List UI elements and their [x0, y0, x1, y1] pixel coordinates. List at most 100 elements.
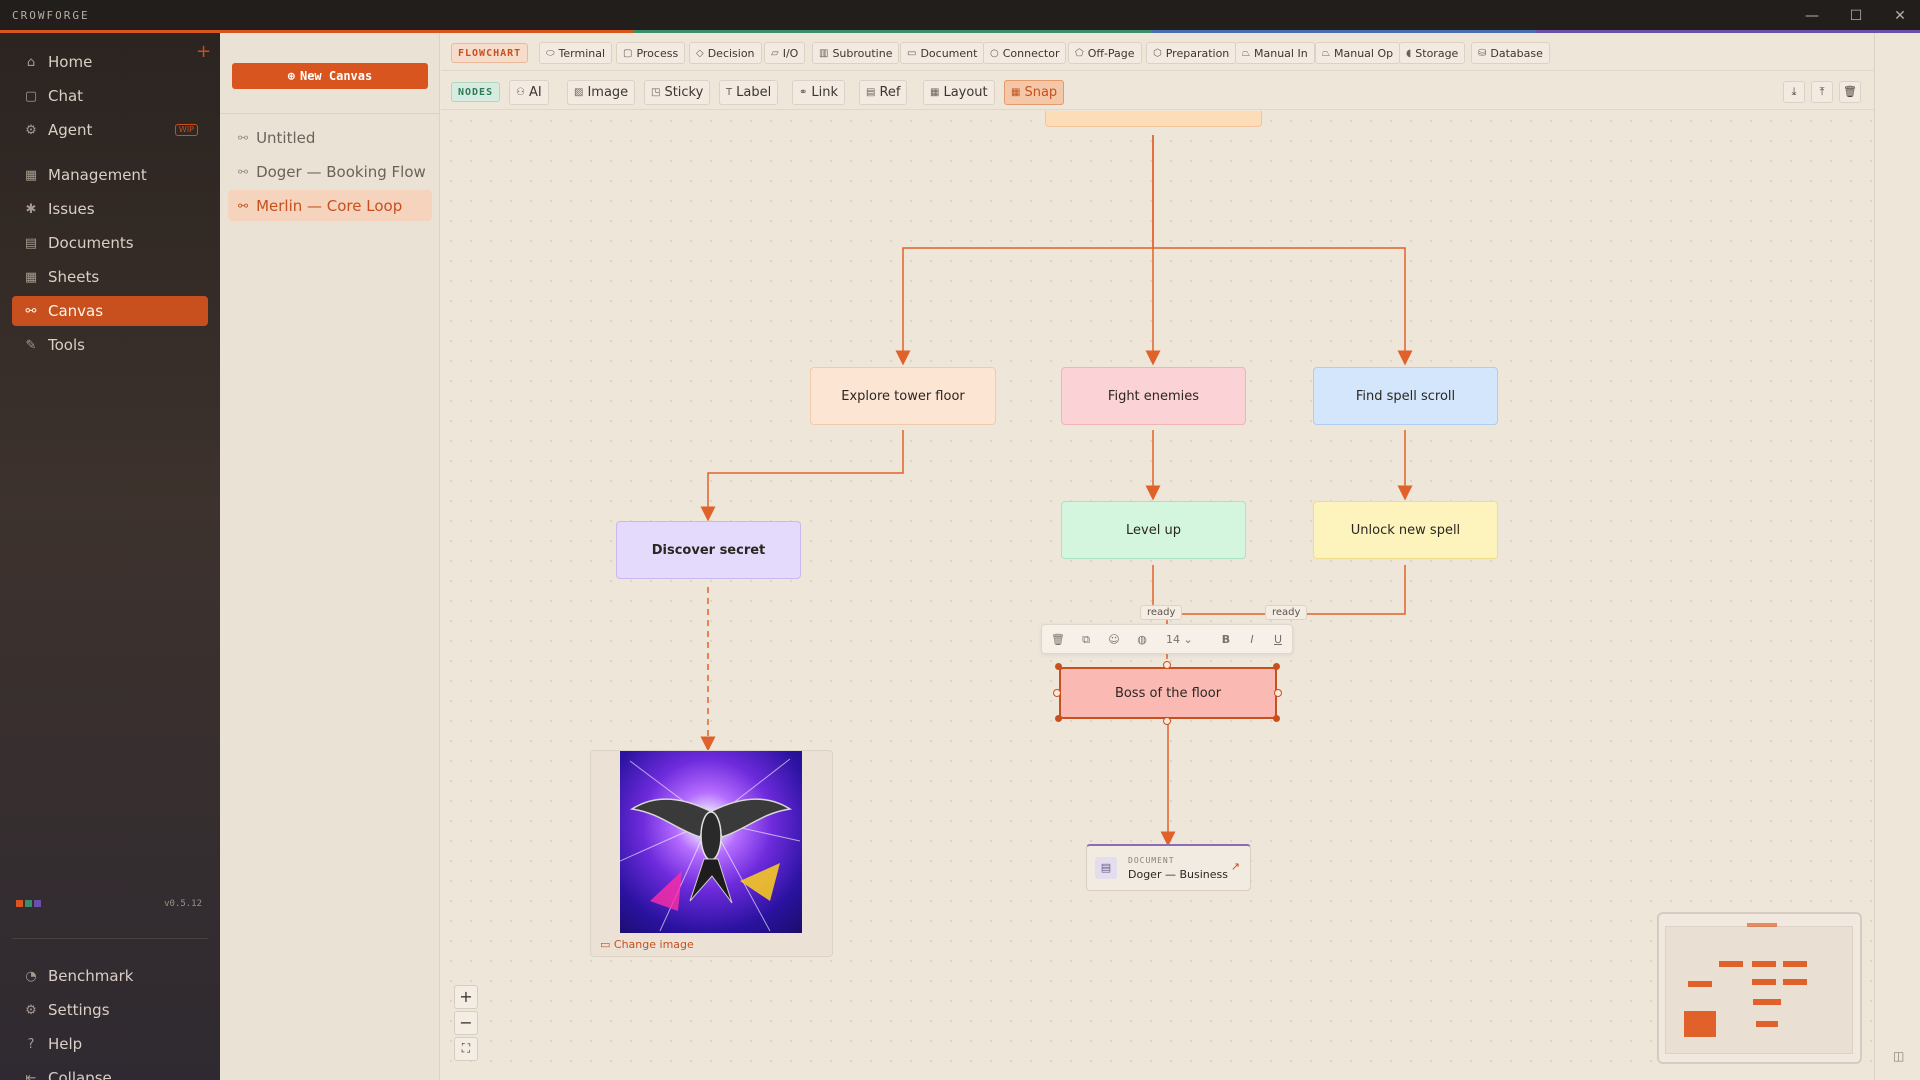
flow-node-explore[interactable]: Explore tower floor	[810, 367, 996, 425]
ai-node-button[interactable]: ⚇ AI	[509, 80, 549, 105]
close-button[interactable]: ✕	[1889, 6, 1911, 26]
sidebar-item-label: Tools	[48, 336, 85, 354]
underline-button[interactable]: U	[1270, 632, 1286, 648]
duplicate-icon[interactable]: ⧉	[1078, 632, 1094, 648]
process-shape-button[interactable]: ▢ Process	[616, 42, 686, 64]
sidebar-item-documents[interactable]: ▤ Documents	[12, 228, 208, 258]
subroutine-shape-button[interactable]: ▥ Subroutine	[812, 42, 900, 64]
bold-button[interactable]: B	[1218, 632, 1234, 648]
zoom-in-button[interactable]: +	[454, 985, 478, 1009]
emoji-icon[interactable]: ☺	[1106, 632, 1122, 648]
upload-icon[interactable]: ⤒	[1811, 81, 1833, 103]
minimap-node	[1684, 1011, 1716, 1037]
download-icon[interactable]: ⤓	[1783, 81, 1805, 103]
flow-canvas[interactable]: Explore tower floor Fight enemies Find s…	[441, 111, 1874, 1080]
sidebar-item-chat[interactable]: ▢ Chat	[12, 81, 208, 111]
flow-node-boss-selected[interactable]: Boss of the floor	[1059, 667, 1277, 719]
swatch-orange	[16, 900, 23, 907]
font-size-select[interactable]: 14 ⌄	[1166, 632, 1206, 648]
zoom-out-button[interactable]: −	[454, 1011, 478, 1035]
button-label: Database	[1490, 46, 1543, 60]
sidebar-item-label: Agent	[48, 121, 93, 139]
edge-label-ready[interactable]: ready	[1265, 605, 1308, 620]
sidebar-item-home[interactable]: ⌂ Home	[12, 47, 208, 77]
link-node-button[interactable]: ⚭ Link	[792, 80, 846, 105]
change-image-label: Change image	[613, 938, 694, 951]
resize-handle[interactable]	[1273, 715, 1280, 722]
canvas-icon: ⚯	[238, 130, 249, 145]
fit-view-button[interactable]: ⛶	[454, 1037, 478, 1061]
connector-shape-button[interactable]: ○ Connector	[983, 42, 1067, 64]
flow-node-discover-secret[interactable]: Discover secret	[616, 521, 801, 579]
document-shape-button[interactable]: ▭ Document	[900, 42, 985, 64]
canvas-list-item-active[interactable]: ⚯ Merlin — Core Loop	[228, 190, 432, 221]
image-node[interactable]: ▭ Change image	[590, 750, 833, 957]
terminal-shape-button[interactable]: ⬭ Terminal	[539, 42, 613, 64]
flow-node-fight[interactable]: Fight enemies	[1061, 367, 1246, 425]
italic-button[interactable]: I	[1244, 632, 1260, 648]
layout-button[interactable]: ▦ Layout	[923, 80, 995, 105]
sidebar-item-help[interactable]: ? Help	[12, 1029, 208, 1059]
sidebar-item-agent[interactable]: ⚙ Agent WIP	[12, 115, 208, 145]
sidebar-item-canvas[interactable]: ⚯ Canvas	[12, 296, 208, 326]
canvas-list-item[interactable]: ⚯ Doger — Booking Flow	[228, 156, 432, 187]
off-page-shape-button[interactable]: ⬠ Off-Page	[1068, 42, 1142, 64]
resize-handle[interactable]	[1273, 663, 1280, 670]
decision-shape-button[interactable]: ◇ Decision	[689, 42, 762, 64]
preparation-shape-button[interactable]: ⬡ Preparation	[1146, 42, 1237, 64]
sidebar-item-sheets[interactable]: ▦ Sheets	[12, 262, 208, 292]
canvas-list-item[interactable]: ⚯ Untitled	[228, 122, 432, 153]
maximize-button[interactable]: ☐	[1845, 6, 1867, 26]
gauge-icon: ◔	[25, 968, 37, 984]
button-label: Off-Page	[1087, 46, 1135, 60]
sidebar-item-tools[interactable]: ✎ Tools	[12, 330, 208, 360]
sidebar-item-settings[interactable]: ⚙ Settings	[12, 995, 208, 1025]
resize-handle[interactable]	[1055, 715, 1062, 722]
change-image-button[interactable]: ▭ Change image	[600, 938, 694, 951]
trash-icon[interactable]: 🗑	[1050, 632, 1066, 648]
sidebar-item-issues[interactable]: ✱ Issues	[12, 194, 208, 224]
snap-toggle[interactable]: ▦ Snap	[1004, 80, 1065, 105]
minimap-node	[1783, 979, 1807, 985]
external-link-icon[interactable]: ↗	[1231, 860, 1240, 873]
database-shape-button[interactable]: ⛁ Database	[1471, 42, 1550, 64]
image-node-button[interactable]: ▨ Image	[567, 80, 636, 105]
sidebar-item-collapse[interactable]: ⇤ Collapse	[12, 1063, 208, 1080]
connection-handle-left[interactable]	[1053, 689, 1061, 697]
connection-handle-right[interactable]	[1274, 689, 1282, 697]
io-shape-button[interactable]: ▱ I/O	[764, 42, 806, 64]
minimize-button[interactable]: —	[1801, 6, 1823, 26]
panel-toggle-icon[interactable]: ◫	[1893, 1049, 1904, 1063]
new-canvas-button[interactable]: ⊕ New Canvas	[232, 63, 428, 89]
minimap[interactable]	[1657, 912, 1862, 1064]
manual-in-shape-button[interactable]: ⏢ Manual In	[1235, 42, 1315, 64]
sticky-node-button[interactable]: ◳ Sticky	[644, 80, 711, 105]
io-icon: ▱	[771, 47, 779, 59]
flow-node-level-up[interactable]: Level up	[1061, 501, 1246, 559]
label-node-button[interactable]: T Label	[719, 80, 779, 105]
trash-icon[interactable]: 🗑	[1839, 81, 1861, 103]
sidebar-item-benchmark[interactable]: ◔ Benchmark	[12, 961, 208, 991]
help-icon: ?	[27, 1036, 35, 1052]
connector-icon: ○	[990, 47, 999, 59]
flow-node-unlock-spell[interactable]: Unlock new spell	[1313, 501, 1498, 559]
color-palette-icon[interactable]: ◍	[1134, 632, 1150, 648]
button-label: Label	[736, 85, 772, 100]
document-ref-node[interactable]: ▤ DOCUMENT Doger — Business ↗	[1086, 844, 1251, 891]
connection-handle-bottom[interactable]	[1163, 717, 1171, 725]
flow-node-start[interactable]	[1045, 111, 1262, 127]
minimap-node	[1753, 999, 1781, 1005]
sidebar-item-management[interactable]: ▦ Management	[12, 160, 208, 190]
link-icon: ⚭	[799, 87, 808, 98]
resize-handle[interactable]	[1055, 663, 1062, 670]
storage-shape-button[interactable]: ◖ Storage	[1399, 42, 1466, 64]
chat-icon: ▢	[24, 88, 38, 104]
sidebar-item-label: Collapse	[48, 1069, 112, 1080]
connection-handle-top[interactable]	[1163, 661, 1171, 669]
manual-op-shape-button[interactable]: ⏢ Manual Op	[1315, 42, 1401, 64]
flow-node-find-scroll[interactable]: Find spell scroll	[1313, 367, 1498, 425]
edge-label-ready[interactable]: ready	[1140, 605, 1183, 620]
swatch-purple	[34, 900, 41, 907]
ref-node-button[interactable]: ▤ Ref	[859, 80, 908, 105]
nodes-toolbar: NODES ⚇ AI ▨ Image ◳ Sticky T Label ⚭ Link ▤ R…	[441, 72, 1874, 110]
